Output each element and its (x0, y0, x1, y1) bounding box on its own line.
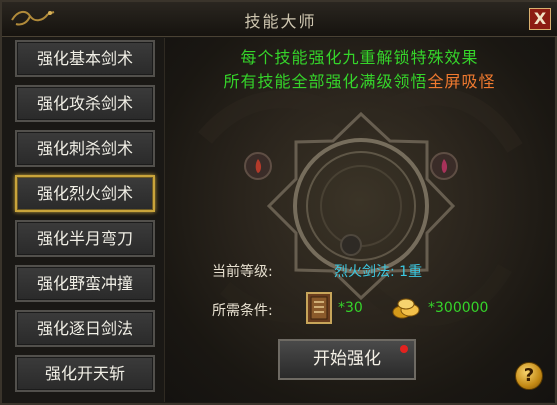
notice-line-2-text: 所有技能全部强化满级领悟 (223, 72, 428, 91)
gold-ingot-icon (392, 298, 420, 319)
start-enhance-label: 开始强化 (313, 349, 381, 369)
skill-item-basic-sword[interactable]: 强化基本剑术 (15, 40, 155, 77)
close-button[interactable]: X (529, 8, 551, 30)
skill-item-sun-chase-sword[interactable]: 强化逐日剑法 (15, 310, 155, 347)
skill-item-assault-sword[interactable]: 强化攻杀剑术 (15, 85, 155, 122)
requirement-gold-count: *300000 (428, 300, 489, 316)
notice-line-1: 每个技能强化九重解锁特殊效果 (240, 48, 479, 67)
skill-master-window: 技能大师 X 强化基本剑术 强化攻杀剑术 强化刺杀剑术 强化烈火剑术 强化半月弯… (0, 0, 557, 405)
skill-item-fire-sword[interactable]: 强化烈火剑术 (15, 175, 155, 212)
skill-book-icon[interactable] (306, 292, 332, 324)
window-title: 技能大师 (244, 12, 317, 31)
notice-line-2: 所有技能全部强化满级领悟全屏吸怪 (165, 68, 554, 92)
skill-list: 强化基本剑术 强化攻杀剑术 强化刺杀剑术 强化烈火剑术 强化半月弯刀 强化野蛮冲… (10, 38, 160, 402)
start-enhance-button[interactable]: 开始强化 (278, 339, 416, 380)
notice-line-2-highlight: 全屏吸怪 (427, 72, 496, 91)
skill-item-half-moon-blade[interactable]: 强化半月弯刀 (15, 220, 155, 257)
red-notification-dot (400, 345, 408, 353)
current-level-label: 当前等级: (212, 264, 273, 280)
requirements-label: 所需条件: (212, 303, 273, 319)
question-icon: ? (523, 365, 535, 386)
skill-item-thrust-sword[interactable]: 强化刺杀剑术 (15, 130, 155, 167)
skill-item-savage-charge[interactable]: 强化野蛮冲撞 (15, 265, 155, 302)
current-level-value: 烈火剑法: 1重 (334, 264, 423, 280)
skill-item-sky-splitter[interactable]: 强化开天斩 (15, 355, 155, 392)
requirement-item-count: *30 (338, 300, 363, 316)
help-button[interactable]: ? (515, 362, 543, 390)
title-bar[interactable]: 技能大师 X (2, 2, 557, 37)
